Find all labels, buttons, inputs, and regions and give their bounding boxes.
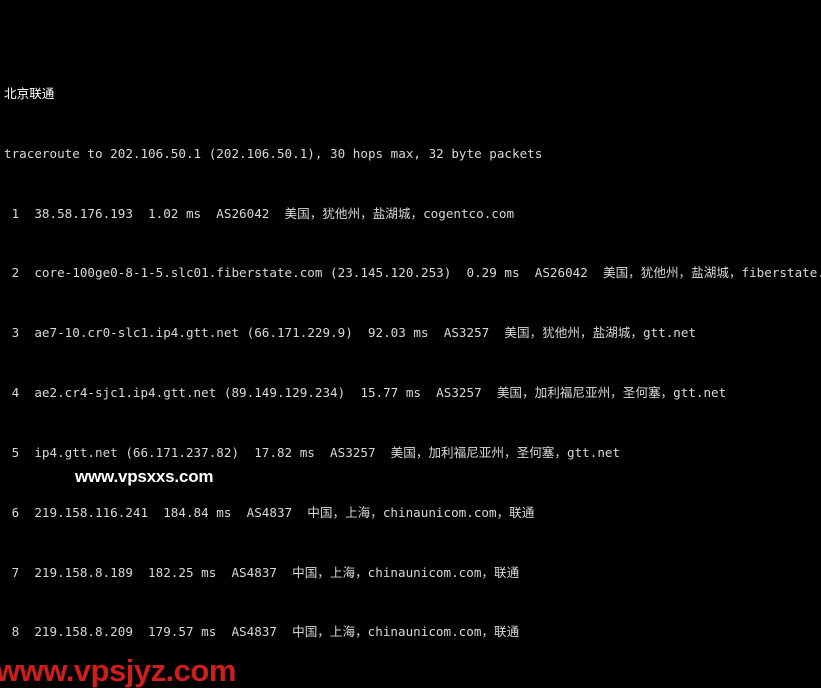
hop-row: 3 ae7-10.cr0-slc1.ip4.gtt.net (66.171.22… <box>4 325 697 341</box>
traceroute-command-beijing: traceroute to 202.106.50.1 (202.106.50.1… <box>4 145 543 161</box>
hop-row: 2 core-100ge0-8-1-5.slc01.fiberstate.com… <box>4 265 821 281</box>
hop-row: 7 219.158.8.189 182.25 ms AS4837 中国，上海，c… <box>4 564 520 580</box>
hop-row: 1 38.58.176.193 1.02 ms AS26042 美国，犹他州，盐… <box>4 205 515 221</box>
hop-row: 8 219.158.8.209 179.57 ms AS4837 中国，上海，c… <box>4 624 520 640</box>
hop-row: 6 219.158.116.241 184.84 ms AS4837 中国，上海… <box>4 504 535 520</box>
terminal-output[interactable]: 北京联通 traceroute to 202.106.50.1 (202.106… <box>0 0 821 685</box>
section-heading-beijing: 北京联通 <box>4 85 55 101</box>
hop-row: 4 ae2.cr4-sjc1.ip4.gtt.net (89.149.129.2… <box>4 385 727 401</box>
hop-row: 5 ip4.gtt.net (66.171.237.82) 17.82 ms A… <box>4 444 621 460</box>
